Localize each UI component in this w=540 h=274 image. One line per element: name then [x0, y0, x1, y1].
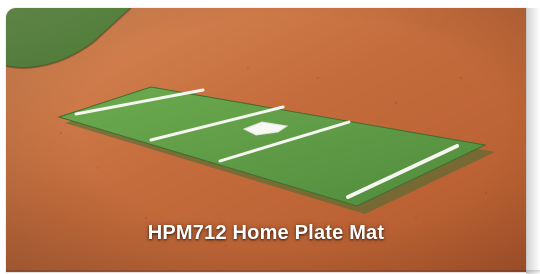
right-shadow: [526, 8, 540, 274]
bottom-shadow: [6, 270, 540, 274]
image-frame: HPM712 Home Plate Mat: [0, 0, 540, 274]
image-caption: HPM712 Home Plate Mat: [147, 222, 385, 244]
